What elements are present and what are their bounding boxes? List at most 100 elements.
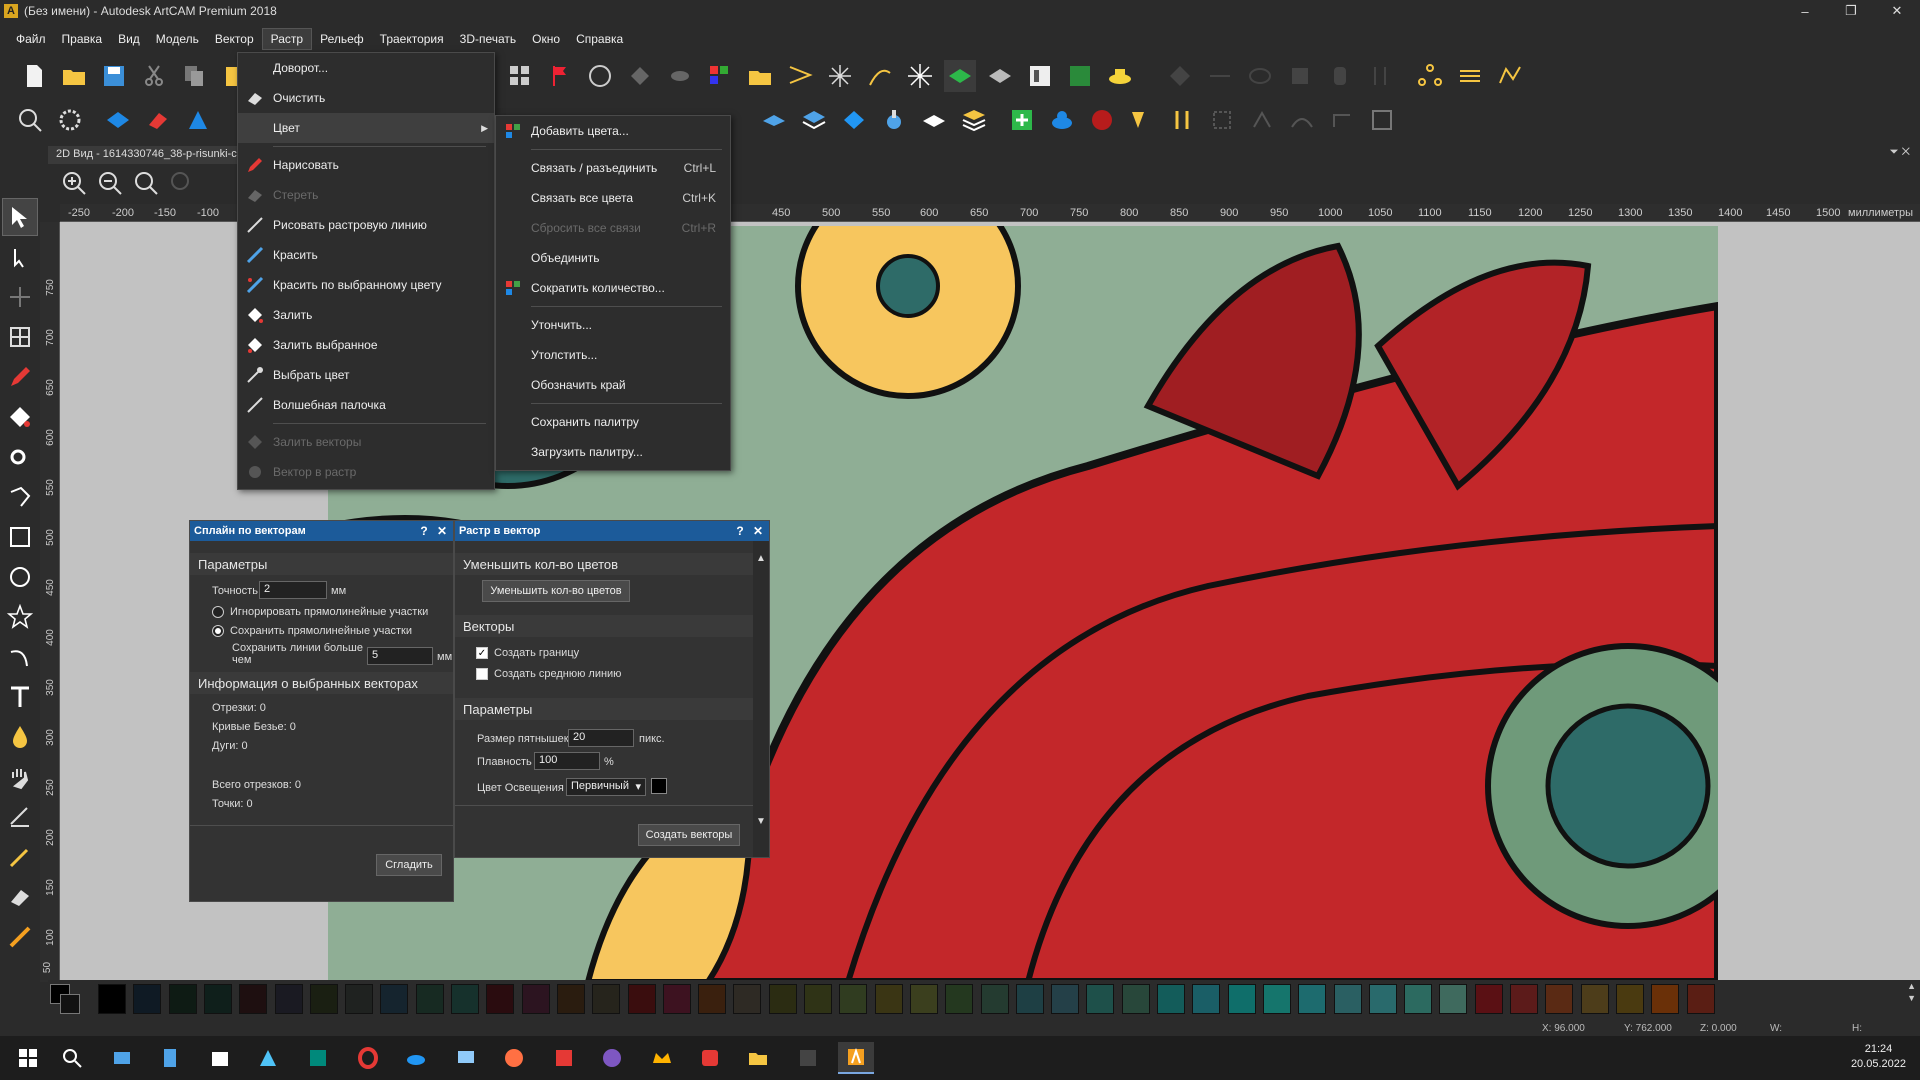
color-layers-button[interactable] (704, 60, 736, 92)
palette-swatch[interactable] (203, 984, 232, 1014)
palette-swatch[interactable] (1298, 984, 1327, 1014)
bracket-relief-button[interactable] (1166, 104, 1198, 136)
menu-relief[interactable]: Рельеф (312, 29, 372, 49)
disabled-tool-6[interactable] (1364, 60, 1396, 92)
color-load-palette[interactable]: Загрузить палитру... (496, 437, 730, 467)
cut-button[interactable] (138, 60, 170, 92)
speckle-input[interactable]: 20 (568, 729, 634, 747)
star-burst-button[interactable] (904, 60, 936, 92)
sparkle-button[interactable] (824, 60, 856, 92)
disabled-tool-3[interactable] (1244, 60, 1276, 92)
disabled-tool-1[interactable] (1164, 60, 1196, 92)
scroll-down-icon[interactable]: ▼ (753, 816, 769, 827)
palette-swatch[interactable] (380, 984, 409, 1014)
flat-plane-button[interactable] (918, 104, 950, 136)
palette-swatch[interactable] (733, 984, 762, 1014)
sculpt-tool[interactable] (2, 798, 38, 836)
relief-green-button[interactable] (944, 60, 976, 92)
fill-tool[interactable] (2, 398, 38, 436)
blue-shape-button[interactable] (182, 104, 214, 136)
color-reduce[interactable]: Сократить количество... (496, 273, 730, 303)
dome-button[interactable] (1046, 104, 1078, 136)
node-edit-button[interactable] (624, 60, 656, 92)
palette-swatch[interactable] (133, 984, 162, 1014)
layers-button[interactable] (798, 104, 830, 136)
drop-tool[interactable] (2, 718, 38, 756)
hatch-button[interactable] (1454, 60, 1486, 92)
zoom-fit-button[interactable] (131, 168, 161, 198)
palette-swatch[interactable] (521, 984, 550, 1014)
color-thicken[interactable]: Утолстить... (496, 340, 730, 370)
system-clock[interactable]: 21:24 20.05.2022 (1851, 1042, 1906, 1072)
blue-diamond-button[interactable] (102, 104, 134, 136)
brush-tool[interactable] (2, 838, 38, 876)
palette-swatch[interactable] (1545, 984, 1574, 1014)
disabled-tool-11[interactable] (1366, 104, 1398, 136)
smoothness-input[interactable]: 100 (534, 752, 600, 770)
palette-swatch[interactable] (239, 984, 268, 1014)
calculator-app[interactable] (152, 1042, 188, 1074)
palette-swatch[interactable] (98, 984, 126, 1014)
stacked-layers-button[interactable] (958, 104, 990, 136)
polyline-button[interactable] (1494, 60, 1526, 92)
menu-window[interactable]: Окно (524, 29, 568, 49)
layout-button[interactable] (1024, 60, 1056, 92)
palette-swatch[interactable] (874, 984, 903, 1014)
menu-toolpath[interactable]: Траектория (372, 29, 452, 49)
open-file-button[interactable] (58, 60, 90, 92)
palette-swatch[interactable] (945, 984, 974, 1014)
copy-button[interactable] (178, 60, 210, 92)
curve-button[interactable] (864, 60, 896, 92)
pdf-app[interactable] (546, 1042, 582, 1074)
scroll-up-icon[interactable]: ▲ (753, 553, 769, 564)
close-button[interactable]: ✕ (435, 523, 449, 539)
palette-swatch[interactable] (698, 984, 727, 1014)
block-button[interactable] (838, 104, 870, 136)
menu-edit[interactable]: Правка (54, 29, 111, 49)
menu-vector[interactable]: Вектор (207, 29, 262, 49)
palette-swatch[interactable] (274, 984, 303, 1014)
color-thin[interactable]: Утончить... (496, 310, 730, 340)
raster-menu-draw-line[interactable]: Рисовать растровую линию (238, 210, 494, 240)
flag-button[interactable] (544, 60, 576, 92)
palette-swatch[interactable] (1510, 984, 1538, 1014)
menu-model[interactable]: Модель (148, 29, 207, 49)
close-window-button[interactable]: ✕ (1874, 0, 1920, 22)
keep-lines-input[interactable]: 5 (367, 647, 433, 665)
weld-button[interactable] (664, 60, 696, 92)
nodes-button[interactable] (1414, 60, 1446, 92)
palette-swatch[interactable] (556, 984, 585, 1014)
raster-menu-fill-vectors[interactable]: Залить векторы (238, 427, 494, 457)
palette-swatch[interactable] (627, 984, 656, 1014)
menu-help[interactable]: Справка (568, 29, 631, 49)
raster-menu-pick-color[interactable]: Выбрать цвет (238, 360, 494, 390)
light-color-select[interactable]: Первичный ▾ (566, 778, 646, 796)
disabled-tool-4[interactable] (1284, 60, 1316, 92)
store-app[interactable] (202, 1042, 238, 1074)
tolerance-input[interactable]: 2 (259, 581, 327, 599)
hat-button[interactable] (1104, 60, 1136, 92)
palette-swatch[interactable] (1368, 984, 1397, 1014)
disabled-tool-9[interactable] (1286, 104, 1318, 136)
grid-tool[interactable] (2, 318, 38, 356)
nesting-button[interactable] (1064, 60, 1096, 92)
color-add-colors[interactable]: Добавить цвета... (496, 116, 730, 146)
relief-grey-button[interactable] (984, 60, 1016, 92)
palette-swatch[interactable] (1121, 984, 1150, 1014)
task-view-app[interactable] (104, 1042, 140, 1074)
menu-3d-print[interactable]: 3D-печать (452, 29, 525, 49)
palette-swatch[interactable] (1439, 984, 1468, 1014)
document-tab[interactable]: 2D Вид - 1614330746_38-p-risunki-c (48, 146, 245, 164)
save-button[interactable] (98, 60, 130, 92)
palette-swatch[interactable] (980, 984, 1009, 1014)
crown-app[interactable] (644, 1042, 680, 1074)
transform-button[interactable] (584, 60, 616, 92)
raster-menu-erase[interactable]: Стереть (238, 180, 494, 210)
help-button[interactable]: ? (417, 523, 431, 539)
create-centerline-checkbox[interactable] (476, 668, 488, 680)
palette-swatch[interactable] (1227, 984, 1256, 1014)
palette-swatch[interactable] (592, 984, 621, 1014)
panel-scrollbar[interactable]: ▲ ▼ (753, 541, 769, 857)
raster-menu-vector-to-raster[interactable]: Вектор в растр (238, 457, 494, 487)
palette-swatch[interactable] (1157, 984, 1185, 1014)
